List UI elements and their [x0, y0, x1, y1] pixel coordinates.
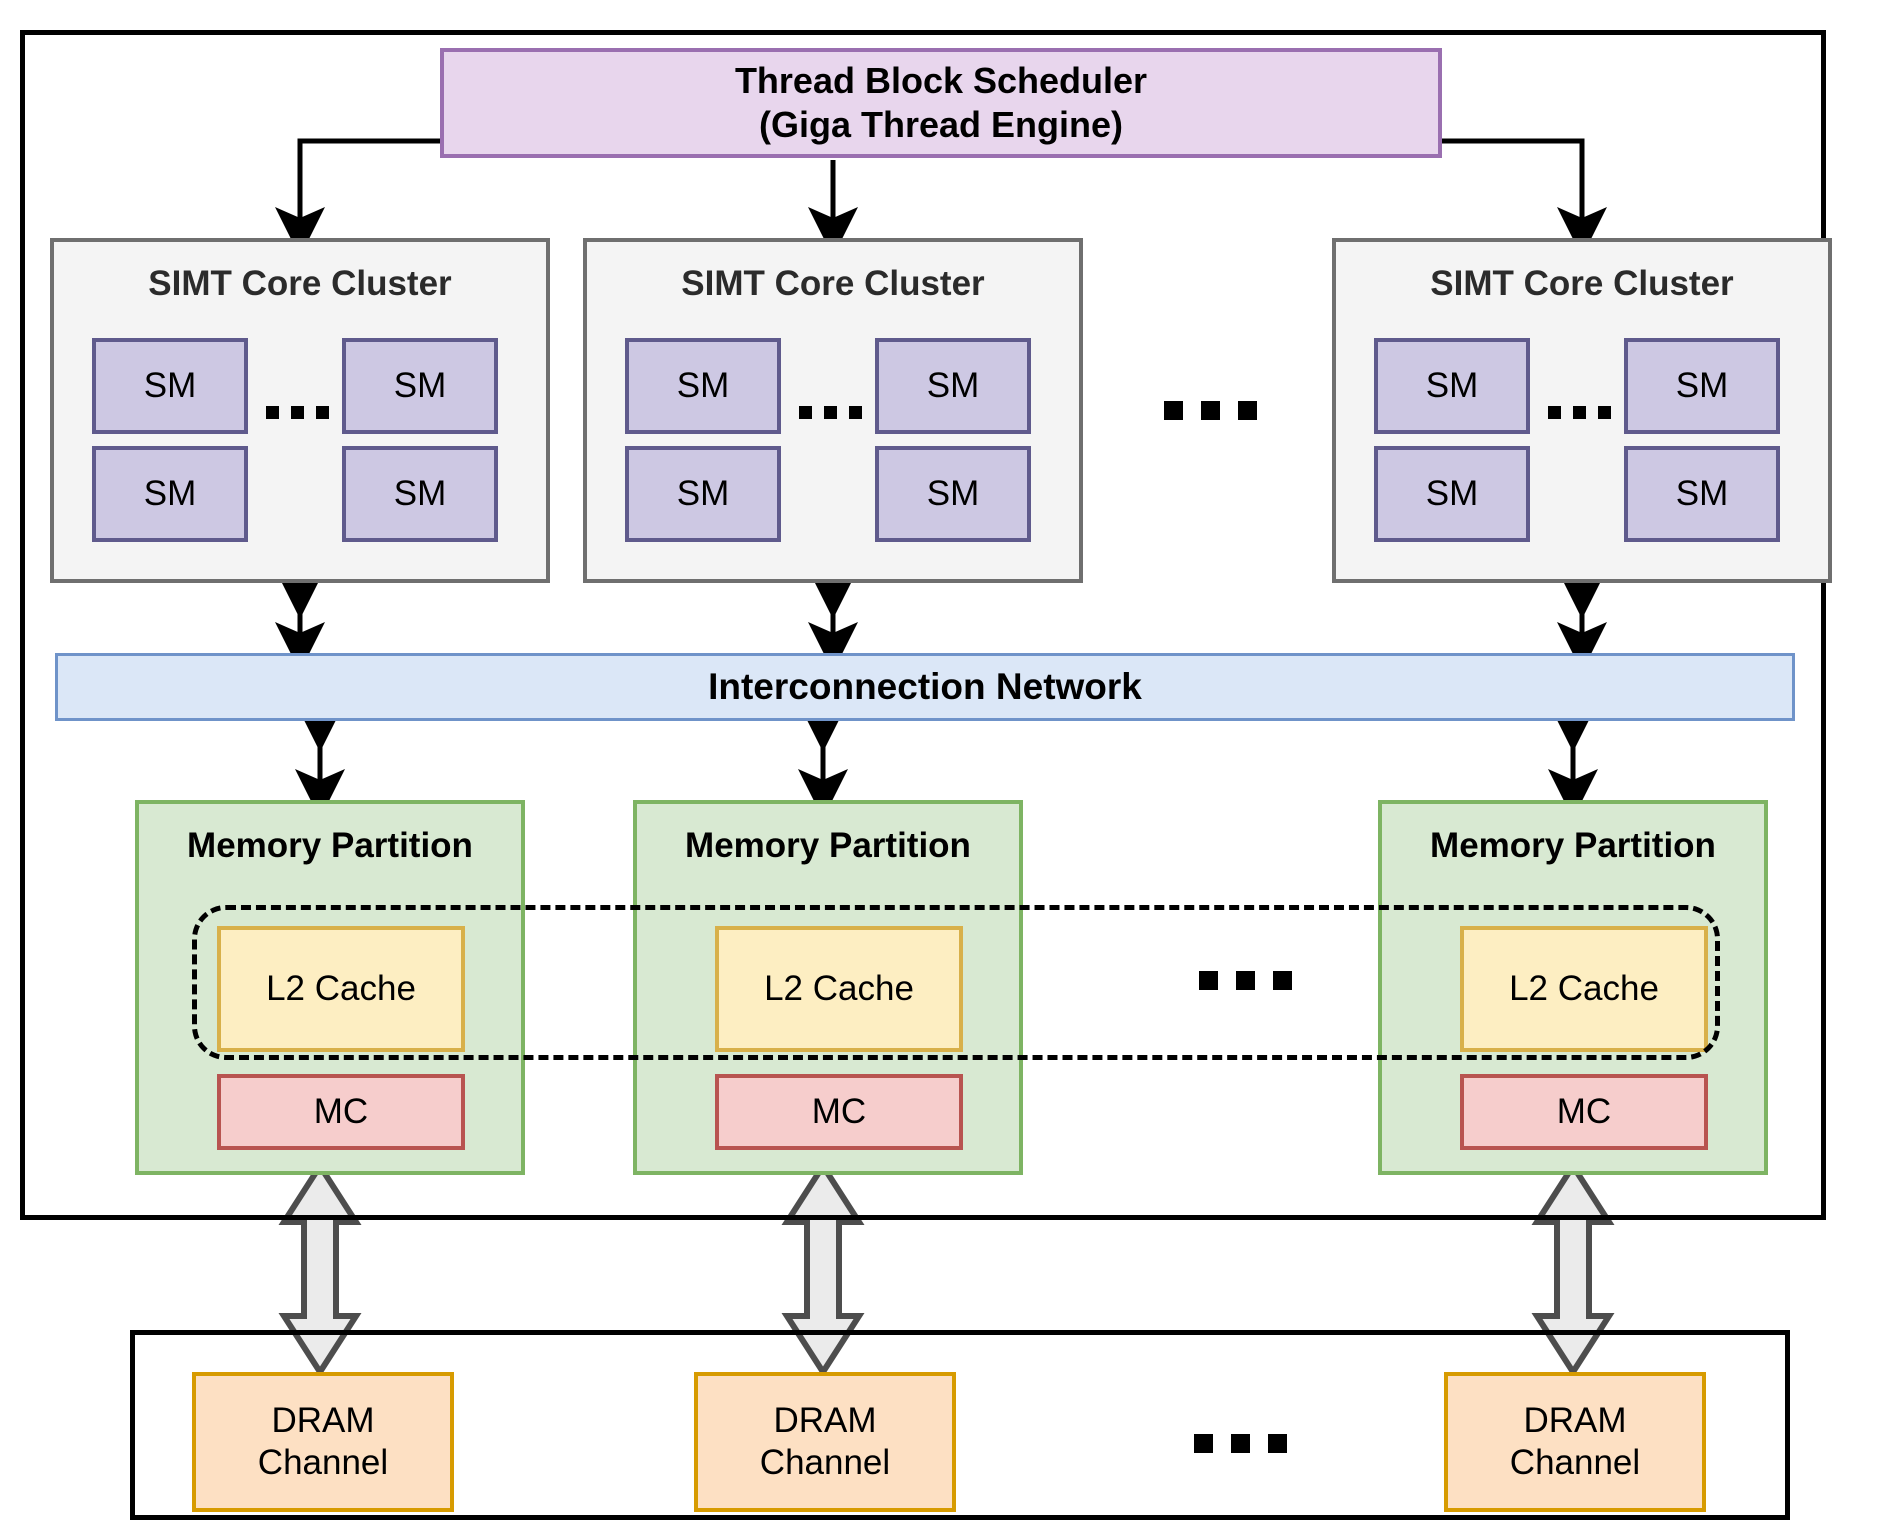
memory-partition-2[interactable]: Memory Partition L2 Cache MC [633, 800, 1023, 1175]
scheduler-title-line1: Thread Block Scheduler [734, 60, 1148, 102]
memory-partition-label: Memory Partition [1430, 826, 1716, 865]
sm-ellipsis-icon [1534, 392, 1624, 432]
sm-unit[interactable]: SM [875, 338, 1031, 434]
sm-unit[interactable]: SM [1624, 446, 1780, 542]
memory-controller-box[interactable]: MC [715, 1074, 963, 1150]
sm-unit[interactable]: SM [92, 338, 248, 434]
interconnection-network-bar[interactable]: Interconnection Network [55, 653, 1795, 721]
l2-cache-box[interactable]: L2 Cache [715, 926, 963, 1052]
l2-cache-box[interactable]: L2 Cache [1460, 926, 1708, 1052]
dram-channel-3[interactable]: DRAM Channel [1444, 1372, 1706, 1512]
dram-ellipsis-icon [1175, 1428, 1305, 1458]
sm-unit[interactable]: SM [92, 446, 248, 542]
memory-partition-ellipsis-icon [1180, 965, 1310, 995]
simt-core-cluster-1[interactable]: SIMT Core Cluster SM SM SM SM [50, 238, 550, 583]
gpu-architecture-diagram: Thread Block Scheduler (Giga Thread Engi… [0, 0, 1878, 1528]
thread-block-scheduler-box[interactable]: Thread Block Scheduler (Giga Thread Engi… [440, 48, 1442, 158]
sm-unit[interactable]: SM [1624, 338, 1780, 434]
memory-partition-label: Memory Partition [685, 826, 971, 865]
scheduler-title-line2: (Giga Thread Engine) [758, 104, 1124, 145]
dram-channel-line2: Channel [257, 1443, 389, 1482]
sm-unit[interactable]: SM [875, 446, 1031, 542]
dram-channel-line1: DRAM [773, 1401, 877, 1440]
cluster-ellipsis-icon [1145, 395, 1275, 425]
memory-partition-1[interactable]: Memory Partition L2 Cache MC [135, 800, 525, 1175]
sm-unit[interactable]: SM [625, 338, 781, 434]
memory-partition-3[interactable]: Memory Partition L2 Cache MC [1378, 800, 1768, 1175]
cluster-label: SIMT Core Cluster [1430, 264, 1734, 303]
simt-core-cluster-2[interactable]: SIMT Core Cluster SM SM SM SM [583, 238, 1083, 583]
dram-channel-2[interactable]: DRAM Channel [694, 1372, 956, 1512]
dram-channel-line1: DRAM [1523, 1401, 1627, 1440]
simt-core-cluster-3[interactable]: SIMT Core Cluster SM SM SM SM [1332, 238, 1832, 583]
sm-unit[interactable]: SM [342, 338, 498, 434]
sm-unit[interactable]: SM [625, 446, 781, 542]
memory-controller-box[interactable]: MC [1460, 1074, 1708, 1150]
interconnection-network-label: Interconnection Network [708, 666, 1142, 707]
dram-channel-line2: Channel [759, 1443, 891, 1482]
dram-channel-1[interactable]: DRAM Channel [192, 1372, 454, 1512]
memory-controller-box[interactable]: MC [217, 1074, 465, 1150]
sm-unit[interactable]: SM [1374, 446, 1530, 542]
dram-channel-line1: DRAM [271, 1401, 375, 1440]
dram-channel-line2: Channel [1509, 1443, 1641, 1482]
sm-unit[interactable]: SM [342, 446, 498, 542]
l2-cache-box[interactable]: L2 Cache [217, 926, 465, 1052]
sm-ellipsis-icon [785, 392, 875, 432]
cluster-label: SIMT Core Cluster [148, 264, 452, 303]
sm-ellipsis-icon [252, 392, 342, 432]
memory-partition-label: Memory Partition [187, 826, 473, 865]
sm-unit[interactable]: SM [1374, 338, 1530, 434]
cluster-label: SIMT Core Cluster [681, 264, 985, 303]
